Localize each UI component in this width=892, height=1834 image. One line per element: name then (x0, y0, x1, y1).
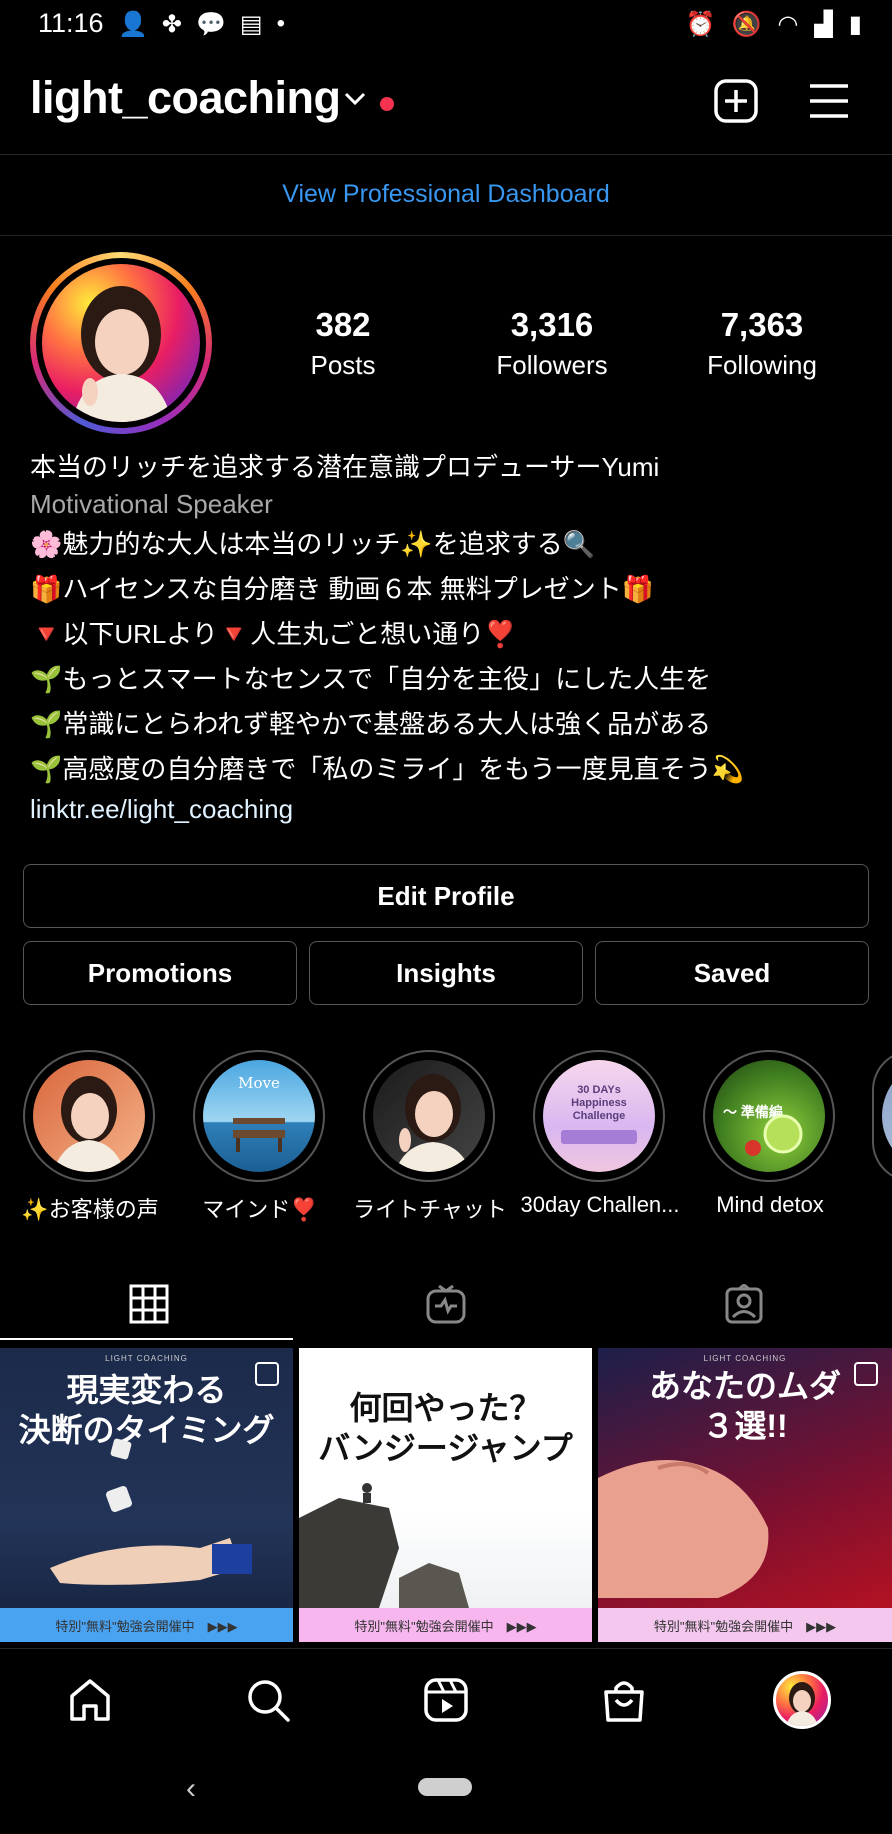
grid-icon (129, 1284, 168, 1324)
bio-line: 🔻以下URLより🔻人生丸ごと想い通り❣️ (30, 619, 517, 649)
nav-profile[interactable] (772, 1670, 832, 1730)
insights-button[interactable]: Insights (309, 941, 583, 1005)
promotions-button[interactable]: Promotions (23, 941, 297, 1005)
profile-name: 本当のリッチを追求する潜在意識プロデューサーYumi (30, 452, 660, 482)
igtv-icon (426, 1284, 465, 1324)
posts-label: Posts (310, 350, 376, 380)
account-username[interactable]: light_coaching (30, 72, 341, 124)
post-thumbnail[interactable]: 何回やった？ バンジージャンプ 特別"無料"勉強会開催中 ▶▶▶ (299, 1348, 592, 1642)
highlight-cover: Move (203, 1060, 315, 1172)
avatar (773, 1671, 831, 1729)
highlight-cover-text: 30 DAYs Happiness Challenge (571, 1084, 627, 1122)
post-footer: 特別"無料"勉強会開催中 ▶▶▶ (299, 1608, 592, 1642)
wifi-icon: ◠ (777, 11, 799, 38)
tab-posts-grid[interactable] (0, 1270, 297, 1338)
bio-link[interactable]: linktr.ee/light_coaching (30, 792, 870, 826)
nav-shop[interactable] (594, 1670, 654, 1730)
reels-icon (424, 1678, 468, 1722)
story-highlight[interactable]: ✨お客様の声 (21, 1050, 159, 1224)
following-label: Following (707, 350, 817, 380)
signal-icon: ▟ (814, 11, 833, 38)
bio-line: 🎁ハイセンスな自分磨き 動画６本 無料プレゼント🎁 (30, 574, 655, 604)
divider (0, 1648, 892, 1649)
chevron-down-icon[interactable] (344, 92, 366, 106)
highlight-label: ✨お客様の声 (21, 1197, 159, 1222)
mute-icon: 🔕 (731, 11, 762, 38)
notification-dot (380, 97, 394, 111)
system-icons: ⏰ 🔕 ◠ ▟ ▮ (686, 10, 862, 39)
carousel-icon (554, 1362, 578, 1386)
profile-avatar[interactable] (30, 252, 212, 434)
news-icon: ▤ (239, 11, 263, 38)
notification-icons: 👤 ✤ 💬 ▤ • (118, 10, 285, 39)
highlight-cover: 30 DAYs Happiness Challenge (543, 1060, 655, 1172)
bio-line: 🌱常識にとらわれず軽やかで基盤ある大人は強く品がある (30, 709, 712, 739)
search-icon (248, 1680, 290, 1722)
divider (0, 235, 892, 236)
divider (0, 154, 892, 155)
professional-dashboard-link[interactable]: View Professional Dashboard (0, 180, 892, 209)
highlight-label: ライトチャット (353, 1197, 507, 1222)
post-footer: 特別"無料"勉強会開催中 ▶▶▶ (598, 1608, 892, 1642)
followers-stat[interactable]: 3,316 Followers (467, 306, 637, 381)
bio-line: 🌱もっとスマートなセンスで「自分を主役」にした人生を (30, 664, 712, 694)
post-thumbnail[interactable]: LIGHT COACHING あなたのムダ ３選!! 特別"無料"勉強会開催中 … (598, 1348, 892, 1642)
carousel-icon (854, 1362, 878, 1386)
edit-profile-button[interactable]: Edit Profile (23, 864, 869, 928)
tab-igtv[interactable] (297, 1270, 594, 1338)
following-stat[interactable]: 7,363 Following (677, 306, 847, 381)
plus-square-icon[interactable] (713, 78, 759, 124)
status-bar: 11:16 👤 ✤ 💬 ▤ • ⏰ 🔕 ◠ ▟ ▮ (0, 0, 892, 50)
post-footer: 特別"無料"勉強会開催中 ▶▶▶ (0, 1608, 293, 1642)
highlight-cover (33, 1060, 145, 1172)
system-back-icon[interactable]: ‹ (186, 1772, 196, 1806)
profile-category: Motivational Speaker (30, 489, 273, 519)
fan-icon: ✤ (161, 11, 182, 38)
bio-line: 🌸魅力的な大人は本当のリッチ✨を追求する🔍 (30, 529, 596, 559)
story-highlight[interactable]: ライトチャット (353, 1050, 507, 1224)
post-thumbnail[interactable]: LIGHT COACHING 現実変わる 決断のタイミング 特別"無料"勉強会開… (0, 1348, 293, 1642)
posts-count: 382 (315, 306, 371, 343)
home-icon (70, 1679, 110, 1721)
followers-label: Followers (496, 350, 608, 380)
shopping-bag-icon (604, 1681, 644, 1722)
story-highlight-partial[interactable] (872, 1050, 892, 1182)
carousel-icon (255, 1362, 279, 1386)
tab-tagged[interactable] (595, 1270, 892, 1338)
story-highlight[interactable]: 〜 準備編 Mind detox (703, 1050, 837, 1218)
avatar-photo (42, 264, 200, 422)
saved-button[interactable]: Saved (595, 941, 869, 1005)
story-highlight[interactable]: 30 DAYs Happiness Challenge 30day Challe… (521, 1050, 680, 1218)
status-time: 11:16 (38, 8, 104, 38)
tagged-person-icon (725, 1284, 762, 1324)
person-add-icon: 👤 (118, 11, 148, 38)
highlight-cover (373, 1060, 485, 1172)
nav-reels[interactable] (416, 1670, 476, 1730)
alarm-icon: ⏰ (685, 11, 716, 38)
bio-line: 🌱高感度の自分磨きで「私のミライ」をもう一度見直そう💫 (30, 754, 744, 784)
followers-count: 3,316 (510, 306, 594, 343)
nav-search[interactable] (238, 1670, 298, 1730)
highlight-label: 30day Challen... (520, 1192, 680, 1217)
nav-home[interactable] (60, 1670, 120, 1730)
system-home-pill[interactable] (418, 1778, 472, 1796)
posts-stat[interactable]: 382 Posts (258, 306, 428, 381)
highlight-cover: 〜 準備編 (713, 1060, 825, 1172)
active-tab-indicator (0, 1338, 293, 1340)
story-highlight[interactable]: Move マインド❣️ (193, 1050, 327, 1224)
hamburger-menu-icon[interactable] (806, 78, 852, 124)
messenger-icon: 💬 (196, 11, 226, 38)
profile-bio: 本当のリッチを追求する潜在意識プロデューサーYumi Motivational … (30, 448, 870, 826)
highlight-label: マインド❣️ (202, 1197, 318, 1222)
following-count: 7,363 (720, 306, 804, 343)
battery-icon: ▮ (848, 11, 862, 38)
more-dot-icon: • (276, 10, 285, 37)
highlight-label: Mind detox (716, 1192, 824, 1217)
